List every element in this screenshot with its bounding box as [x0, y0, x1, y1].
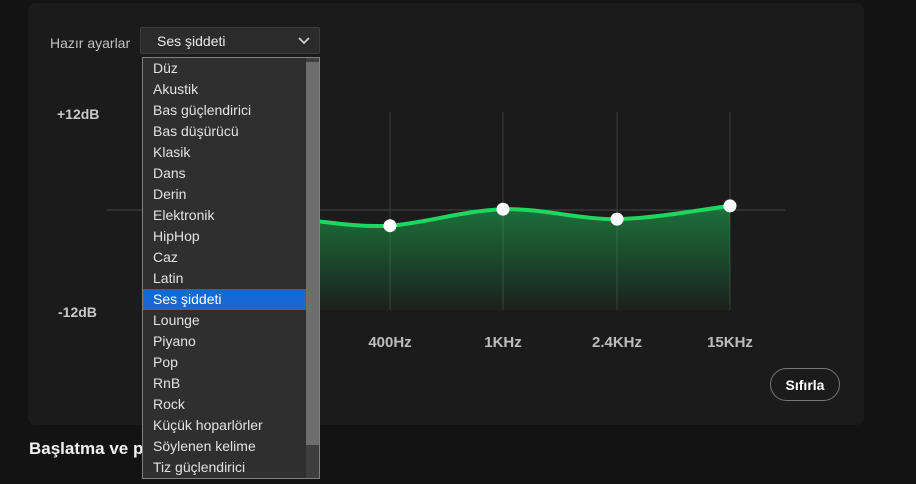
eq-band-handle[interactable] [496, 202, 510, 216]
freq-label-15khz: 15KHz [707, 334, 753, 351]
freq-label-1khz: 1KHz [484, 334, 522, 351]
dropdown-option[interactable]: Latin [143, 268, 306, 289]
freq-label-400hz: 400Hz [368, 334, 412, 351]
axis-label-plus12db: +12dB [57, 106, 100, 122]
dropdown-option[interactable]: Söylenen kelime [143, 436, 306, 457]
eq-curve-fill [312, 205, 730, 310]
dropdown-option[interactable]: Piyano [143, 331, 306, 352]
dropdown-option[interactable]: Küçük hoparlörler [143, 415, 306, 436]
eq-band-handle[interactable] [383, 219, 397, 233]
freq-label-2-4khz: 2.4KHz [591, 334, 643, 351]
settings-page: Başlatma ve p Hazır ayarlar +12dB -12dB … [0, 0, 916, 484]
listbox-scrollbar[interactable] [306, 58, 319, 478]
eq-band-handle[interactable] [723, 199, 737, 213]
preset-listbox: Düz Akustik Bas güçlendirici Bas düşürücü Kl… [142, 57, 320, 479]
dropdown-option[interactable]: Ses şiddeti [143, 289, 306, 310]
next-section-heading: Başlatma ve p [29, 439, 144, 458]
dropdown-option[interactable]: Tiz güçlendirici [143, 457, 306, 478]
preset-select-value: Ses şiddeti [157, 32, 226, 49]
dropdown-option[interactable]: Bas güçlendirici [143, 100, 306, 121]
dropdown-option[interactable]: Derin [143, 184, 306, 205]
preset-select[interactable]: Ses şiddeti [140, 27, 320, 54]
axis-label-minus12db: -12dB [58, 304, 97, 320]
dropdown-option[interactable]: Rock [143, 394, 306, 415]
dropdown-option[interactable]: RnB [143, 373, 306, 394]
dropdown-option[interactable]: Caz [143, 247, 306, 268]
dropdown-option[interactable]: Elektronik [143, 205, 306, 226]
preset-label: Hazır ayarlar [50, 35, 131, 51]
dropdown-option[interactable]: Dans [143, 163, 306, 184]
dropdown-option[interactable]: HipHop [143, 226, 306, 247]
dropdown-option[interactable]: Pop [143, 352, 306, 373]
preset-options: Düz Akustik Bas güçlendirici Bas düşürücü Kl… [143, 58, 306, 478]
eq-band-handle[interactable] [610, 212, 624, 226]
dropdown-option[interactable]: Bas düşürücü [143, 121, 306, 142]
dropdown-option[interactable]: Akustik [143, 79, 306, 100]
dropdown-option[interactable]: Lounge [143, 310, 306, 331]
chevron-down-icon [298, 37, 310, 44]
reset-button[interactable]: Sıfırla [770, 368, 840, 401]
dropdown-option[interactable]: Klasik [143, 142, 306, 163]
scrollbar-thumb[interactable] [306, 62, 319, 445]
dropdown-option[interactable]: Düz [143, 58, 306, 79]
